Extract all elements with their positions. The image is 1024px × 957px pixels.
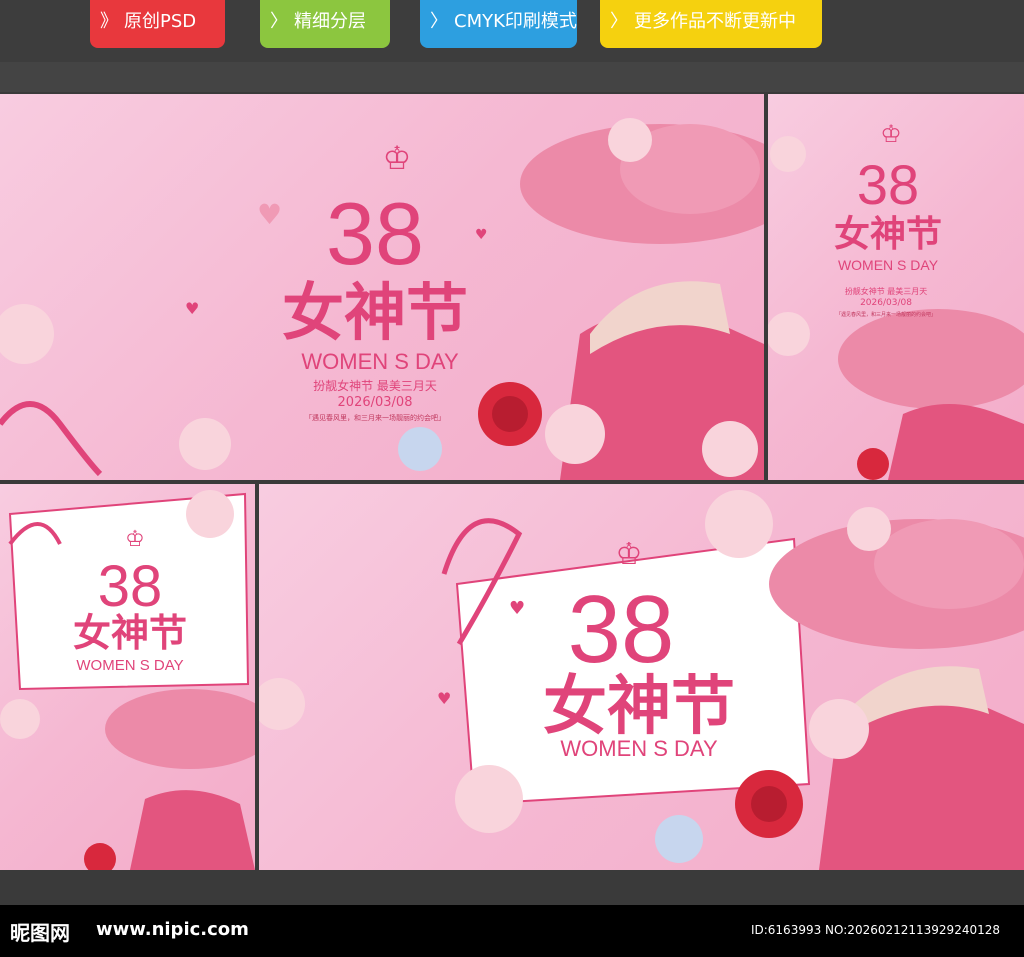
poster-subtitle: WOMEN S DAY — [560, 736, 718, 761]
flower-icon — [455, 765, 523, 833]
poster-slogan: 「遇见春风里，和三月来一场靓丽的约会吧」 — [305, 413, 445, 422]
hat-crown-icon — [874, 519, 1024, 609]
flower-icon — [768, 312, 810, 356]
flower-icon — [0, 304, 54, 364]
crown-icon: ♔ — [616, 537, 643, 572]
tag-label: 更多作品不断更新中 — [634, 11, 796, 32]
flower-icon — [705, 490, 773, 558]
hat-icon — [838, 309, 1024, 409]
poster-subtitle: WOMEN S DAY — [76, 657, 183, 674]
tag-label: 精细分层 — [294, 11, 366, 32]
dress-icon — [888, 404, 1024, 480]
flower-icon — [702, 421, 758, 477]
flower-icon — [809, 699, 869, 759]
flower-icon — [0, 699, 40, 739]
poster-square-art: ♔ 38 女神节 WOMEN S DAY — [0, 490, 255, 870]
flower-icon — [186, 490, 234, 538]
tag-updates: 〉更多作品不断更新中 — [600, 0, 822, 48]
poster-number: 38 — [857, 153, 919, 216]
poster-slogan: 「遇见春风里，和三月来一场靓丽的约会吧」 — [836, 311, 936, 318]
flower-icon — [259, 678, 305, 730]
tag-label: 原创PSD — [124, 11, 197, 32]
poster-square: ♔ 38 女神节 WOMEN S DAY — [0, 484, 255, 870]
tag-layers: 〉精细分层 — [260, 0, 390, 48]
poster-portrait: ♔ 38 女神节 WOMEN S DAY 扮靓女神节 最美三月天 2026/03… — [768, 94, 1024, 480]
tag-label: CMYK印刷模式 — [454, 11, 577, 32]
footer-bar: 昵图网 www.nipic.com ID:6163993 NO:20260212… — [0, 905, 1024, 957]
poster-number: 38 — [98, 554, 163, 619]
flower-icon — [847, 507, 891, 551]
heart-icon: ♥ — [509, 598, 525, 619]
poster-wide: ♥ ♥ ♥ ♔ 38 女神节 WOMEN S DAY 扮靓女神节 最美三月天 2… — [0, 94, 764, 480]
crown-icon: ♔ — [383, 139, 412, 177]
rose-icon — [84, 843, 116, 870]
poster-title: 女神节 — [282, 276, 468, 349]
poster-title: 女神节 — [834, 214, 942, 255]
poster-date: 2026/03/08 — [338, 395, 413, 410]
crown-icon: ♔ — [880, 120, 902, 148]
flower-icon — [179, 418, 231, 470]
heart-icon: ♥ — [437, 689, 451, 708]
flower-icon — [608, 118, 652, 162]
flower-icon — [398, 427, 442, 471]
site-url[interactable]: www.nipic.com — [96, 919, 249, 940]
chevron-right-icon: 》 — [100, 11, 118, 32]
poster-subtitle: WOMEN S DAY — [838, 257, 939, 273]
rose-icon — [857, 448, 889, 480]
poster-tagline: 扮靓女神节 最美三月天 — [313, 378, 437, 393]
hat-icon — [105, 689, 255, 769]
site-logo: 昵图网 — [10, 921, 70, 945]
dress-icon — [130, 790, 255, 870]
poster-number: 38 — [568, 576, 675, 683]
flower-icon — [770, 136, 806, 172]
chevron-right-icon: 〉 — [270, 11, 288, 32]
poster-portrait-art: ♔ 38 女神节 WOMEN S DAY 扮靓女神节 最美三月天 2026/03… — [768, 120, 1024, 480]
heart-icon: ♥ — [257, 198, 282, 231]
poster-title: 女神节 — [73, 611, 187, 655]
heart-icon: ♥ — [185, 299, 199, 318]
poster-landscape-art: ♥ ♥ ♔ 38 女神节 WOMEN S DAY — [259, 490, 1024, 870]
chevron-right-icon: 〉 — [610, 11, 628, 32]
image-id: ID:6163993 NO:20260212113929240128 — [750, 923, 1000, 937]
tag-original-psd: 》原创PSD — [90, 0, 225, 48]
heart-icon: ♥ — [475, 227, 488, 243]
tag-cmyk: 〉 CMYK印刷模式 — [420, 0, 577, 48]
ribbon-icon — [0, 401, 103, 477]
poster-subtitle: WOMEN S DAY — [301, 349, 459, 374]
chevron-right-icon: 〉 — [430, 11, 448, 32]
poster-wide-art: ♥ ♥ ♥ ♔ 38 女神节 WOMEN S DAY 扮靓女神节 最美三月天 2… — [0, 118, 764, 480]
divider-stripe — [0, 62, 1024, 92]
poster-date: 2026/03/08 — [860, 298, 912, 308]
poster-tagline: 扮靓女神节 最美三月天 — [845, 286, 928, 296]
flower-icon — [655, 815, 703, 863]
flower-icon — [545, 404, 605, 464]
crown-icon: ♔ — [125, 527, 145, 552]
poster-number: 38 — [326, 184, 424, 283]
poster-title: 女神节 — [543, 670, 735, 744]
poster-landscape: ♥ ♥ ♔ 38 女神节 WOMEN S DAY — [259, 484, 1024, 870]
